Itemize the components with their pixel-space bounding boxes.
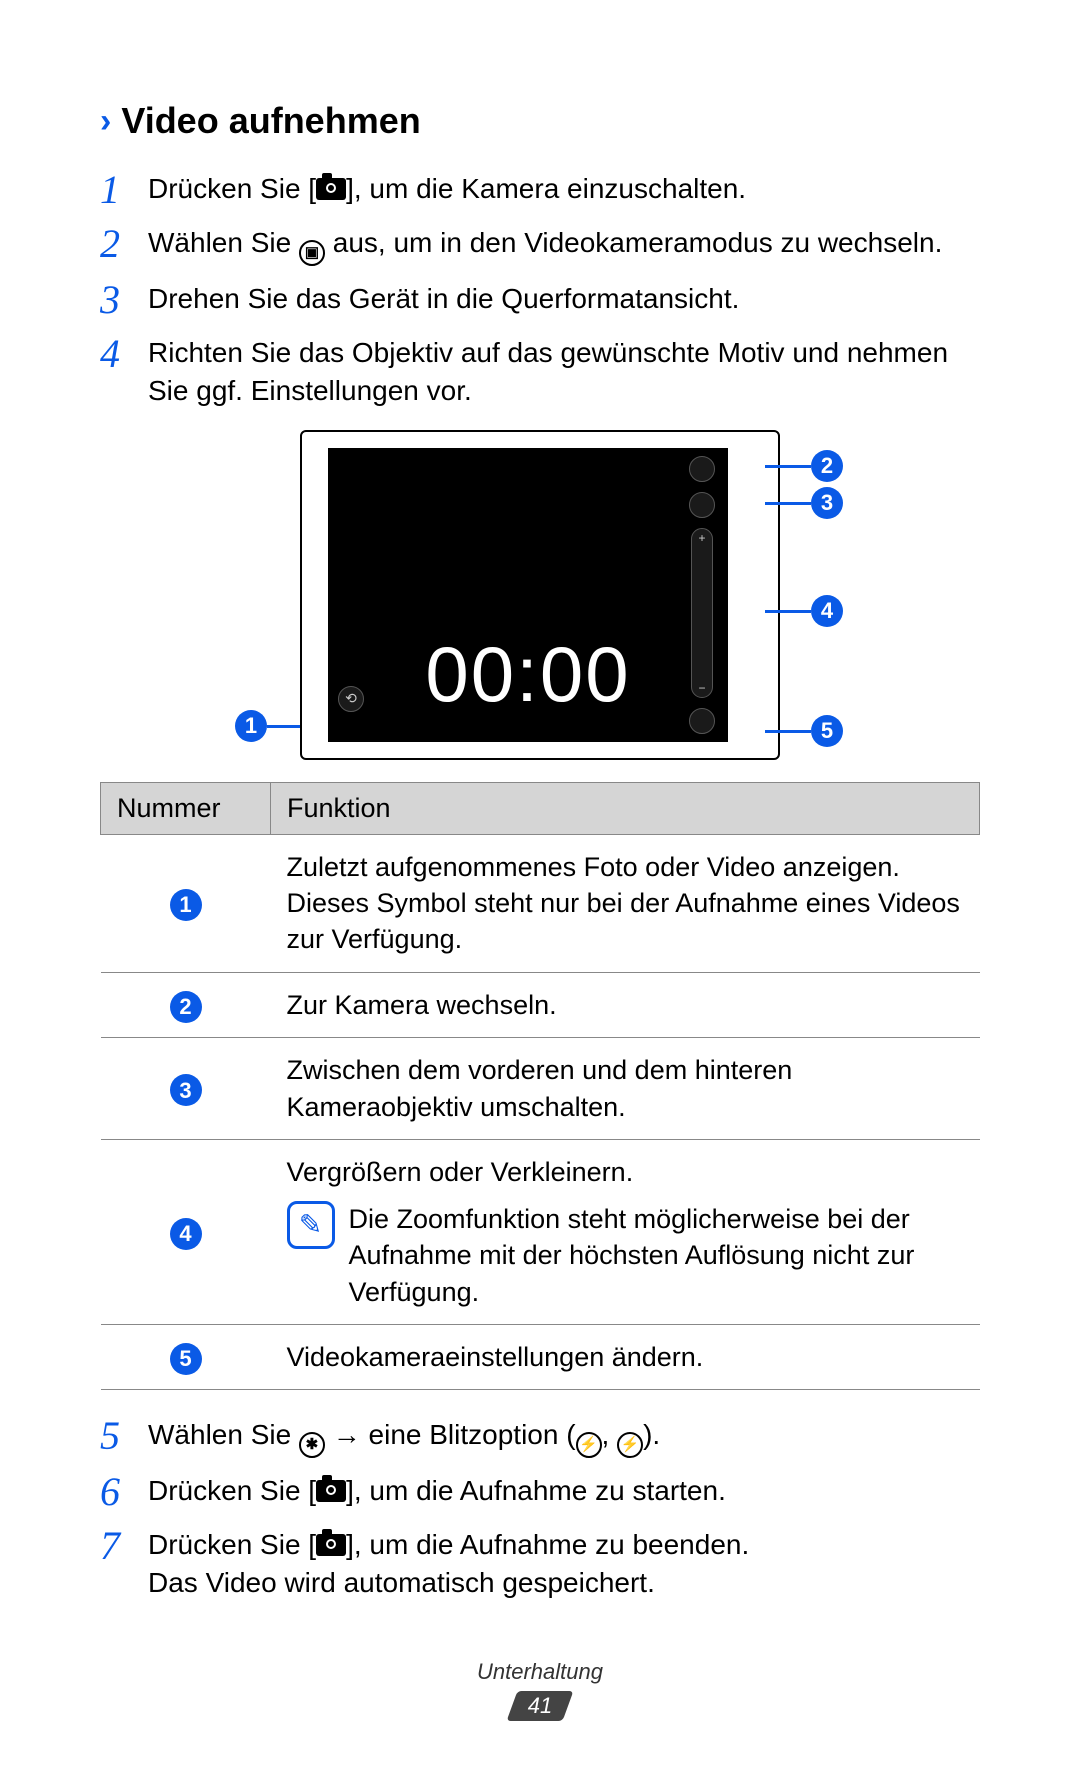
step-extra-text: Das Video wird automatisch gespeichert.	[148, 1564, 749, 1602]
col-number-header: Nummer	[101, 782, 271, 834]
row-text: Zuletzt aufgenommenes Foto oder Video an…	[271, 834, 980, 972]
step-4: 4 Richten Sie das Objektiv auf das gewün…	[100, 334, 980, 410]
camera-icon	[316, 178, 346, 200]
table-row: 4 Vergrößern oder Verkleinern. ✎ Die Zoo…	[101, 1140, 980, 1325]
callout-line	[765, 610, 811, 613]
step-text: Drücken Sie [], um die Kamera einzuschal…	[148, 170, 746, 210]
camera-screen: ⟲ 00:00	[328, 448, 728, 742]
footer-page-number: 41	[512, 1691, 568, 1721]
note-text: Die Zoomfunktion steht möglicherweise be…	[349, 1201, 964, 1310]
step-number: 6	[100, 1472, 148, 1512]
step-1: 1 Drücken Sie [], um die Kamera einzusch…	[100, 170, 980, 210]
last-capture-icon: ⟲	[338, 686, 364, 712]
steps-list-bottom: 5 Wählen Sie ✱ → eine Blitzoption (⚡, ⚡)…	[100, 1416, 980, 1602]
step-text: Drücken Sie [], um die Aufnahme zu start…	[148, 1472, 726, 1512]
col-function-header: Funktion	[271, 782, 980, 834]
step-text: Richten Sie das Objektiv auf das gewünsc…	[148, 334, 980, 410]
note-block: ✎ Die Zoomfunktion steht möglicherweise …	[287, 1201, 964, 1310]
flash-off-icon: ⚡	[617, 1432, 643, 1458]
table-row: 5 Videokameraeinstellungen ändern.	[101, 1324, 980, 1389]
callout-badge-2: 2	[811, 450, 843, 482]
switch-mode-icon	[689, 456, 715, 482]
callout-badge-3: 3	[811, 487, 843, 519]
callout-badge-4: 4	[811, 595, 843, 627]
footer-section-name: Unterhaltung	[0, 1659, 1080, 1685]
switch-lens-icon	[689, 492, 715, 518]
table-row: 3 Zwischen dem vorderen und dem hinteren…	[101, 1038, 980, 1140]
right-controls	[684, 456, 720, 734]
row-text: Zur Kamera wechseln.	[271, 972, 980, 1037]
row-badge: 1	[170, 889, 202, 921]
camera-icon	[316, 1534, 346, 1556]
step-number: 5	[100, 1416, 148, 1458]
step-number: 3	[100, 280, 148, 320]
chevron-icon: ›	[100, 102, 111, 141]
row-main-text: Vergrößern oder Verkleinern.	[287, 1154, 964, 1190]
step-text: Wählen Sie ✱ → eine Blitzoption (⚡, ⚡).	[148, 1416, 660, 1458]
row-text: Videokameraeinstellungen ändern.	[271, 1324, 980, 1389]
step-number: 1	[100, 170, 148, 210]
figure-inner: 1 ⟲ 00:00 2 3	[235, 430, 845, 760]
steps-list-top: 1 Drücken Sie [], um die Kamera einzusch…	[100, 170, 980, 410]
gear-icon: ✱	[299, 1432, 325, 1458]
row-badge: 2	[170, 991, 202, 1023]
phone-frame: ⟲ 00:00	[300, 430, 780, 760]
callout-badge-1: 1	[235, 710, 267, 742]
step-7: 7 Drücken Sie [], um die Aufnahme zu bee…	[100, 1526, 980, 1602]
table-row: 1 Zuletzt aufgenommenes Foto oder Video …	[101, 834, 980, 972]
camera-screenshot-figure: 1 ⟲ 00:00 2 3	[100, 430, 980, 760]
callout-line	[765, 502, 811, 505]
step-text: Wählen Sie ▣ aus, um in den Videokameram…	[148, 224, 942, 266]
note-icon: ✎	[287, 1201, 335, 1249]
function-table: Nummer Funktion 1 Zuletzt aufgenommenes …	[100, 782, 980, 1391]
settings-icon	[689, 708, 715, 734]
video-mode-icon: ▣	[299, 240, 325, 266]
step-number: 2	[100, 224, 148, 266]
step-number: 4	[100, 334, 148, 410]
row-badge: 4	[170, 1218, 202, 1250]
row-text: Vergrößern oder Verkleinern. ✎ Die Zoomf…	[271, 1140, 980, 1325]
camera-icon	[316, 1480, 346, 1502]
callout-line	[765, 730, 811, 733]
callout-badge-5: 5	[811, 715, 843, 747]
recording-timer: 00:00	[425, 629, 630, 720]
manual-page: › Video aufnehmen 1 Drücken Sie [], um d…	[0, 0, 1080, 1771]
step-text: Drehen Sie das Gerät in die Querformatan…	[148, 280, 739, 320]
flash-on-icon: ⚡	[576, 1432, 602, 1458]
step-text: Drücken Sie [], um die Aufnahme zu beend…	[148, 1526, 749, 1602]
page-footer: Unterhaltung 41	[0, 1659, 1080, 1721]
section-heading: › Video aufnehmen	[100, 100, 980, 142]
callout-line	[765, 465, 811, 468]
step-3: 3 Drehen Sie das Gerät in die Querformat…	[100, 280, 980, 320]
table-header-row: Nummer Funktion	[101, 782, 980, 834]
zoom-slider	[691, 528, 713, 698]
step-2: 2 Wählen Sie ▣ aus, um in den Videokamer…	[100, 224, 980, 266]
step-number: 7	[100, 1526, 148, 1602]
section-title-text: Video aufnehmen	[121, 100, 420, 142]
step-6: 6 Drücken Sie [], um die Aufnahme zu sta…	[100, 1472, 980, 1512]
table-row: 2 Zur Kamera wechseln.	[101, 972, 980, 1037]
row-text: Zwischen dem vorderen und dem hinteren K…	[271, 1038, 980, 1140]
row-badge: 5	[170, 1343, 202, 1375]
row-badge: 3	[170, 1074, 202, 1106]
step-5: 5 Wählen Sie ✱ → eine Blitzoption (⚡, ⚡)…	[100, 1416, 980, 1458]
